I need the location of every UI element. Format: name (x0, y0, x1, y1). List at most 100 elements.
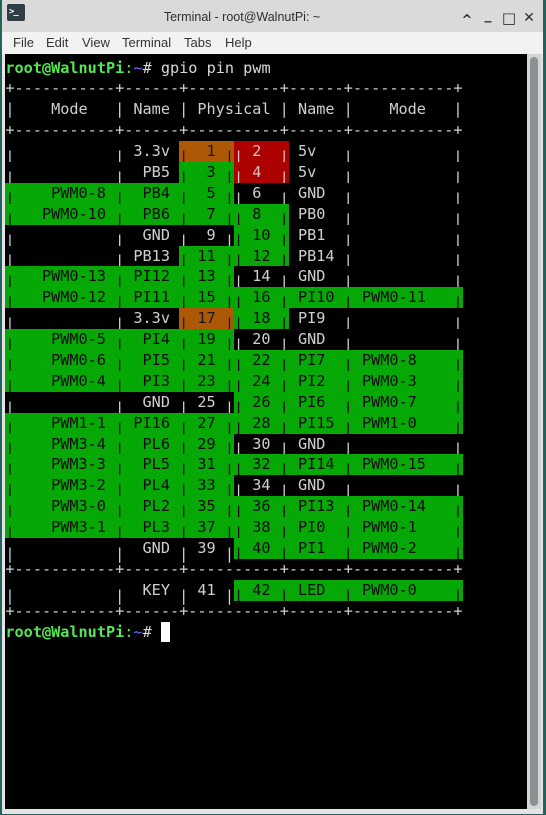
right-pin-cell: | 16 | (233, 287, 289, 312)
right-pin-cell: | 2 | (233, 141, 289, 166)
right-name: PI13 (297, 497, 335, 516)
left-segment: | PWM0-5 | PI4 (5, 329, 180, 354)
vertical-scrollbar[interactable] (527, 54, 541, 809)
menu-tabs[interactable]: Tabs (184, 32, 211, 54)
left-segment: | PWM0-8 | PB4 (5, 182, 180, 208)
prompt-path: ~ (133, 622, 143, 641)
right-name: PB1 (297, 225, 326, 244)
left-name: PL3 (142, 518, 170, 537)
left-name: KEY (142, 580, 170, 599)
menu-view[interactable]: View (82, 32, 110, 54)
left-segment: | | PB13 (5, 245, 180, 270)
right-name: PI6 (297, 392, 326, 411)
left-physical-pin: 9 (206, 225, 216, 244)
right-name: PI15 (297, 413, 335, 432)
right-segment: 5v | | (288, 161, 463, 187)
right-pin-cell: | 8 | (233, 203, 289, 229)
left-name: PI12 (133, 267, 170, 286)
left-segment: | | GND (5, 537, 180, 563)
left-segment: | PWM1-1 | PI16 (5, 412, 180, 438)
right-segment: GND | | (288, 266, 463, 291)
left-pin-cell: | 41 | (179, 579, 234, 605)
right-physical-pin: 20 (252, 330, 271, 349)
right-name: GND (297, 330, 326, 349)
left-segment: | PWM3-4 | PL6 (5, 433, 180, 458)
pin-row: | | KEY | 41 | | 42 | LED | PWM0-0 | (5, 579, 463, 605)
left-mode: PWM0-8 (51, 183, 106, 202)
right-pin-cell: | 32 | (233, 454, 289, 479)
pin-row: | PWM0-12 | PI11 | 15 | | 16 | PI10 | PWM0-11 | (5, 287, 463, 312)
left-pin-cell: | 33 | (179, 475, 234, 500)
left-name: GND (142, 392, 170, 411)
right-segment: PB0 | | (288, 203, 463, 229)
right-mode: PWM0-0 (361, 580, 417, 599)
header-name-right: Name (297, 100, 335, 119)
right-physical-pin: 6 (252, 183, 262, 202)
menu-edit[interactable]: Edit (46, 32, 68, 54)
right-pin-cell: | 18 | (233, 308, 289, 333)
right-pin-cell: | 10 | (233, 224, 289, 250)
left-physical-pin: 31 (197, 455, 216, 474)
right-segment: PI1 | PWM0-2 | (288, 537, 463, 563)
command-line: root@WalnutPi: ~ # gpio pin pwm (5, 58, 462, 79)
right-mode: PWM0-14 (361, 497, 426, 516)
right-pin-cell: | 30 | (233, 433, 289, 458)
right-name: PI14 (297, 455, 335, 474)
left-pin-cell: | 35 | (179, 496, 234, 521)
right-name: 5v (297, 162, 317, 181)
right-segment: PI14 | PWM0-15 | (288, 454, 463, 479)
close-icon[interactable]: ✕ (521, 8, 537, 28)
pin-row: | | PB13 | 11 | | 12 | PB14 | | (5, 245, 463, 270)
left-segment: | | GND (5, 224, 180, 250)
left-name: PB5 (142, 162, 170, 181)
right-mode: PWM0-11 (361, 288, 426, 307)
left-mode: PWM3-4 (51, 434, 106, 453)
terminal-area[interactable]: root@WalnutPi: ~ # gpio pin pwm +----------… (5, 54, 527, 809)
header-name-left: Name (133, 100, 170, 119)
pin-row: | PWM0-13 | PI12 | 13 | | 14 | GND | | (5, 266, 463, 291)
right-name: PI2 (297, 371, 326, 390)
left-physical-pin: 37 (197, 518, 216, 537)
left-segment: | | GND (5, 391, 180, 417)
right-physical-pin: 36 (252, 497, 271, 516)
left-pin-cell: | 15 | (179, 287, 234, 312)
right-pin-cell: | 6 | (233, 182, 289, 208)
left-segment: | PWM0-6 | PI5 (5, 349, 180, 375)
pin-row: | PWM3-0 | PL2 | 35 | | 36 | PI13 | PWM0-14 | (5, 496, 463, 521)
pin-row: | PWM3-4 | PL6 | 29 | | 30 | GND | | (5, 433, 463, 458)
left-physical-pin: 27 (197, 413, 216, 432)
right-physical-pin: 14 (252, 267, 271, 286)
scrollbar-thumb[interactable] (530, 57, 538, 806)
pin-row: | | GND | 39 | | 40 | PI1 | PWM0-2 | (5, 537, 463, 563)
title-bar[interactable]: >_ Terminal - root@WalnutPi: ~ ^ _ □ ✕ (2, 0, 543, 32)
left-mode: PWM0-12 (41, 288, 106, 307)
minimize-icon[interactable]: _ (480, 5, 496, 25)
right-name: PB0 (297, 204, 326, 223)
left-segment: | PWM3-0 | PL2 (5, 496, 180, 521)
menu-terminal[interactable]: Terminal (122, 32, 171, 54)
header-mode-right: Mode (389, 100, 426, 119)
right-physical-pin: 22 (252, 350, 271, 369)
right-pin-cell: | 34 | (233, 475, 289, 500)
left-segment: | PWM3-2 | PL4 (5, 475, 180, 500)
pin-row: | | 3.3v | 17 | | 18 | PI9 | | (5, 308, 463, 333)
left-name: GND (142, 225, 170, 244)
left-name: PL2 (142, 497, 170, 516)
shade-up-icon[interactable]: ^ (459, 11, 475, 31)
menu-file[interactable]: File (13, 32, 34, 54)
menu-help[interactable]: Help (225, 32, 252, 54)
right-segment: GND | | (288, 329, 463, 354)
left-segment: | | 3.3v (5, 308, 180, 333)
left-physical-pin: 23 (197, 371, 216, 390)
left-physical-pin: 33 (197, 476, 216, 495)
maximize-icon[interactable]: □ (501, 8, 517, 28)
left-name: PI16 (133, 413, 170, 432)
left-name: PL4 (142, 476, 170, 495)
pin-row: | | PB5 | 3 | | 4 | 5v | | (5, 161, 463, 187)
prompt-path: ~ (133, 58, 143, 77)
right-name: PI1 (297, 538, 326, 557)
right-segment: PI15 | PWM1-0 | (288, 412, 463, 438)
current-prompt-line[interactable]: root@WalnutPi: ~ # (5, 621, 462, 643)
left-pin-cell: | 37 | (179, 517, 234, 542)
right-name: GND (297, 476, 326, 495)
